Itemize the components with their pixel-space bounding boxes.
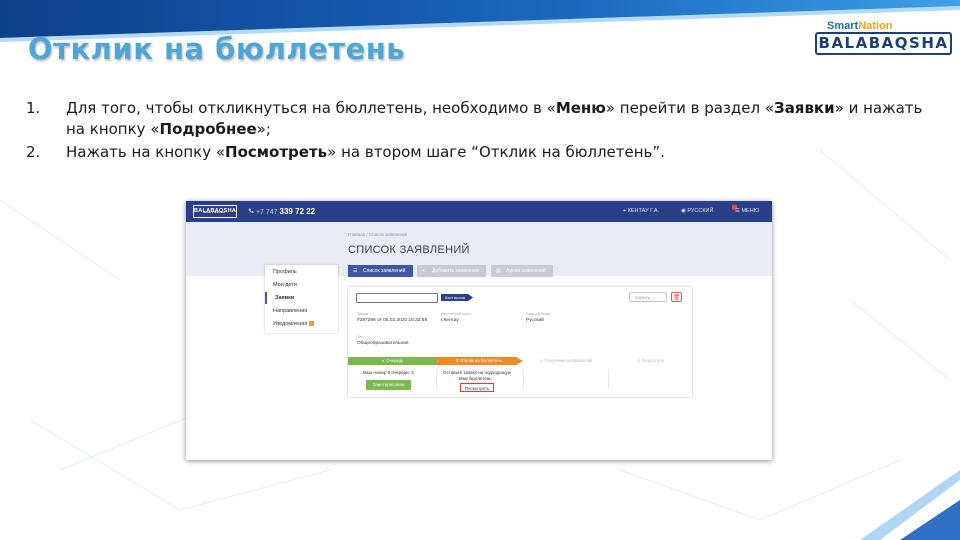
app-screenshot: Smart Nation BALABAQSHA +7 747 339 72 22… [186, 201, 772, 460]
app-header: Smart Nation BALABAQSHA +7 747 339 72 22… [186, 201, 772, 222]
nav-menu[interactable]: ☰ МЕНЮ [735, 208, 759, 214]
sidebar: Профиль Мои дети Заявки Направления Увед… [265, 265, 338, 333]
instruction-text: Нажать на кнопку «Посмотреть» на втором … [66, 143, 665, 161]
application-number: #287296 от 05.02.2020 16:32:58 [357, 318, 428, 323]
application-card: Был вызов Скрыть ⌄ 🗑 Заявка #287296 от 0… [348, 287, 692, 397]
brand-name: BALABAQSHA [815, 32, 952, 55]
sidebar-item-applications[interactable]: Заявки [265, 292, 338, 304]
sidebar-item-my-children[interactable]: Мои дети [265, 279, 338, 291]
instruction-1: 1. Для того, чтобы откликнуться на бюлле… [26, 98, 936, 142]
plus-icon: + [422, 268, 425, 274]
phone-icon [248, 208, 254, 213]
nav-language[interactable]: ◉ РУССКИЙ [681, 208, 713, 214]
list-icon: ☰ [353, 268, 358, 274]
step-results: ◷ Результаты [637, 358, 664, 363]
language-value: Русский [526, 318, 544, 323]
view-button[interactable]: Посмотреть [460, 383, 494, 392]
instruction-2: 2. Нажать на кнопку «Посмотреть» на втор… [26, 142, 936, 164]
chevron-down-icon: ⌄ [651, 295, 656, 300]
hide-button[interactable]: Скрыть ⌄ [629, 292, 667, 302]
slide-title: Отклик на бюллетень [28, 32, 406, 66]
city-value: г.Кентау [441, 318, 459, 323]
tab-application-list[interactable]: ☰ Список заявлений [348, 265, 413, 277]
step-queue: ✔ Очередь [348, 357, 437, 365]
city-label: Населенный пункт [441, 312, 472, 316]
sidebar-item-profile[interactable]: Профиль [265, 266, 338, 278]
page-title: СПИСОК ЗАЯВЛЕНИЙ [348, 244, 470, 256]
status-badge: Был вызов [441, 294, 473, 301]
sidebar-item-notifications[interactable]: Уведомления 1 [265, 318, 338, 330]
instruction-number: 1. [26, 99, 41, 117]
queue-position-text: Ваш номер в очереди: 3 [363, 370, 414, 375]
type-label: Тип [357, 335, 363, 339]
brand-logo: SmartNation BALABAQSHA [815, 20, 952, 55]
tab-archive[interactable]: ▤ Архив заявлений [491, 265, 553, 277]
step-bulletin-response: ⧗ Отклик на бюллетень [435, 357, 523, 365]
application-name-field[interactable] [356, 293, 438, 303]
sidebar-item-referrals[interactable]: Направления [265, 305, 338, 317]
bulletin-text: Оставьте заявку на подходящую [443, 370, 512, 375]
app-logo[interactable]: Smart Nation BALABAQSHA [193, 205, 237, 218]
column-divider [608, 369, 609, 389]
application-label: Заявка [357, 312, 369, 316]
step-referral: ◷ Получение направления [539, 358, 593, 363]
breadcrumb[interactable]: Главная / Список заявлений [348, 232, 407, 237]
delete-icon[interactable]: 🗑 [671, 292, 682, 302]
column-divider [523, 369, 524, 389]
phone-number[interactable]: +7 747 339 72 22 [248, 207, 315, 216]
instruction-number: 2. [26, 143, 41, 161]
column-divider [436, 369, 437, 389]
progress-steps: ✔ Очередь ⧗ Отклик на бюллетень ◷ Получе… [348, 357, 692, 365]
nav-user[interactable]: ⌖ КЕНТАУ Г.А. [623, 208, 659, 215]
archive-icon: ▤ [496, 268, 501, 274]
instruction-text: Для того, чтобы откликнуться на бюллетен… [66, 99, 923, 138]
interested-button[interactable]: Заинтересован [366, 380, 411, 390]
brand-tagline: SmartNation [827, 20, 893, 32]
language-label: Язык обучения [526, 312, 551, 316]
tab-add-application[interactable]: + Добавить заявление [417, 265, 486, 277]
bulletin-text: Вам бюллетень [459, 376, 492, 381]
type-value: Общеобразовательная [357, 341, 409, 346]
notification-count-badge: 1 [309, 321, 315, 326]
